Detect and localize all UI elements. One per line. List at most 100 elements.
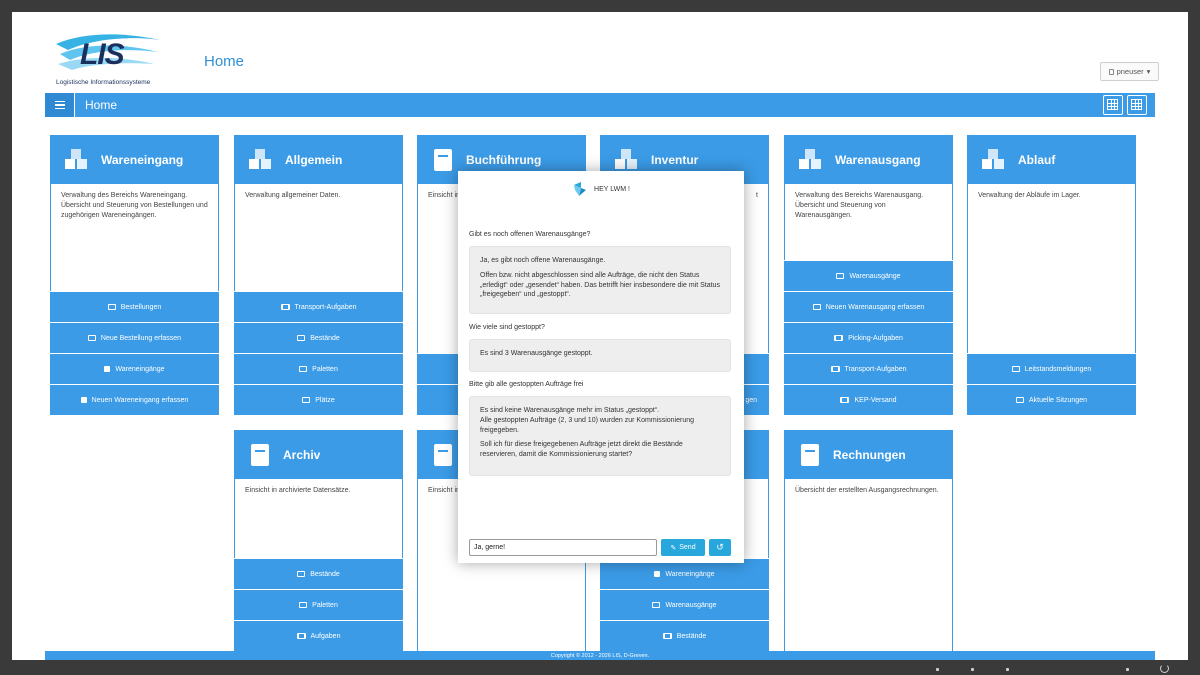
folder-icon [836, 273, 845, 279]
action-label: Plätze [315, 396, 335, 404]
action-bestaende[interactable]: Bestände [234, 322, 403, 353]
action-label: Wareneingänge [665, 570, 715, 578]
action-neuen-warenausgang[interactable]: Neuen Warenausgang erfassen [784, 291, 953, 322]
indicator-dot [1006, 668, 1009, 671]
folder-icon [812, 304, 821, 310]
table-view-button[interactable] [1127, 95, 1147, 115]
lis-logo[interactable]: LIS Logistische Informationssysteme [54, 30, 174, 88]
action-picking-aufgaben[interactable]: Picking-Aufgaben [784, 322, 953, 353]
card-header[interactable]: Warenausgang [785, 136, 952, 184]
notebook-icon [251, 444, 269, 466]
action-label: Bestände [310, 570, 340, 578]
card-description: Verwaltung der Abläufe im Lager. [978, 192, 1081, 199]
card-title: Rechnungen [833, 448, 906, 462]
chat-title: HEY LWM ! [594, 185, 630, 193]
magic-wand-icon: ✎ [670, 544, 677, 552]
table-icon [1131, 99, 1142, 110]
message-line: Es sind keine Warenausgänge mehr im Stat… [480, 407, 660, 414]
book-icon [296, 633, 306, 639]
action-warenausgaenge[interactable]: Warenausgänge [784, 260, 953, 291]
book-icon [280, 304, 290, 310]
action-label: Aufgaben [310, 632, 341, 640]
boxes-icon [65, 149, 87, 169]
card-ablauf: Ablauf Verwaltung der Abläufe im Lager. … [967, 135, 1136, 415]
action-transport-aufgaben[interactable]: Transport-Aufgaben [234, 291, 403, 322]
action-leitstandsmeldungen[interactable]: Leitstandsmeldungen [967, 353, 1136, 384]
message-text: Es sind 3 Warenausgänge gestoppt. [480, 350, 593, 357]
indicator-dot [936, 668, 939, 671]
action-warenausgaenge[interactable]: Warenausgänge [600, 589, 769, 620]
folder-icon [302, 397, 311, 403]
action-paletten[interactable]: Paletten [234, 589, 403, 620]
card-description: Verwaltung des Bereichs Wareneingang. Üb… [61, 192, 208, 220]
folder-icon [299, 602, 308, 608]
action-neuen-wareneingang[interactable]: Neuen Wareneingang erfassen [50, 384, 219, 415]
box-icon [104, 366, 111, 372]
logo-subtitle: Logistische Informationssysteme [56, 79, 151, 86]
card-header[interactable]: Archiv [235, 431, 402, 479]
menu-toggle-button[interactable] [45, 93, 75, 117]
card-title: Inventur [651, 153, 699, 167]
device-bezel [0, 660, 1200, 675]
action-aktuelle-sitzungen[interactable]: Aktuelle Sitzungen [967, 384, 1136, 415]
hamburger-line [54, 104, 65, 106]
book-icon [830, 366, 840, 372]
action-neue-bestellung[interactable]: Neue Bestellung erfassen [50, 322, 219, 353]
action-label: Picking-Aufgaben [848, 334, 903, 342]
hamburger-icon [54, 100, 65, 103]
chat-input[interactable] [469, 539, 657, 556]
assistant-logo-icon [574, 182, 587, 196]
user-message: Gibt es noch offenen Warenausgänge? [469, 231, 591, 238]
action-label: Warenausgänge [849, 272, 901, 280]
action-paletten[interactable]: Paletten [234, 353, 403, 384]
lock-icon [1108, 68, 1114, 75]
action-aufgaben[interactable]: Aufgaben [234, 620, 403, 651]
action-label: Transport-Aufgaben [844, 365, 907, 373]
action-plaetze[interactable]: Plätze [234, 384, 403, 415]
assistant-message: Ja, es gibt noch offene Warenausgänge. O… [469, 246, 731, 314]
card-header[interactable]: Rechnungen [785, 431, 952, 479]
action-label: Bestellungen [120, 303, 162, 311]
power-icon[interactable] [1160, 664, 1169, 673]
notebook-icon [801, 444, 819, 466]
message-text: Soll ich für diese freigegebenen Aufträg… [480, 441, 683, 459]
send-button[interactable]: ✎ Send [661, 539, 705, 556]
card-header[interactable]: Allgemein [235, 136, 402, 184]
folder-icon [297, 335, 306, 341]
assistant-message: Es sind 3 Warenausgänge gestoppt. [469, 339, 731, 372]
boxes-icon [982, 149, 1004, 169]
card-rechnungen: Rechnungen Übersicht der erstellten Ausg… [784, 430, 953, 660]
message-text: Es sind keine Warenausgänge mehr im Stat… [480, 406, 720, 435]
action-bestaende[interactable]: Bestände [234, 558, 403, 589]
action-label: Neuen Wareneingang erfassen [91, 396, 189, 404]
action-kep-versand[interactable]: KEP-Versand [784, 384, 953, 415]
action-bestellungen[interactable]: Bestellungen [50, 291, 219, 322]
card-header[interactable]: Ablauf [968, 136, 1135, 184]
assistant-message: Es sind keine Warenausgänge mehr im Stat… [469, 396, 731, 476]
card-header[interactable]: Wareneingang [51, 136, 218, 184]
message-text: Ja, es gibt noch offene Warenausgänge. [480, 257, 606, 264]
box-icon [654, 571, 661, 577]
book-icon [840, 397, 850, 403]
card-archiv: Archiv Einsicht in archivierte Datensätz… [234, 430, 403, 660]
caret-down-icon: ▾ [1146, 67, 1151, 76]
grid-view-button[interactable] [1103, 95, 1123, 115]
message-line: Alle gestoppten Aufträge (2, 3 und 10) w… [480, 416, 695, 434]
action-wareneingaenge[interactable]: Wareneingänge [50, 353, 219, 384]
indicator-dot [971, 668, 974, 671]
card-title: Warenausgang [835, 153, 921, 167]
action-label: Paletten [312, 365, 338, 373]
card-title: Wareneingang [101, 153, 184, 167]
action-transport-aufgaben[interactable]: Transport-Aufgaben [784, 353, 953, 384]
logo-text: LIS [80, 38, 125, 71]
folder-icon [87, 335, 96, 341]
folder-icon [1011, 366, 1020, 372]
reset-button[interactable]: ↺ [709, 539, 731, 556]
user-menu[interactable]: pneuser ▾ [1100, 62, 1159, 81]
notebook-icon [434, 444, 452, 466]
action-bestaende[interactable]: Bestände [600, 620, 769, 651]
action-label: Transport-Aufgaben [294, 303, 357, 311]
navbar: Home [45, 93, 1155, 117]
action-label: Leitstandsmeldungen [1024, 365, 1092, 373]
card-title: Allgemein [285, 153, 343, 167]
